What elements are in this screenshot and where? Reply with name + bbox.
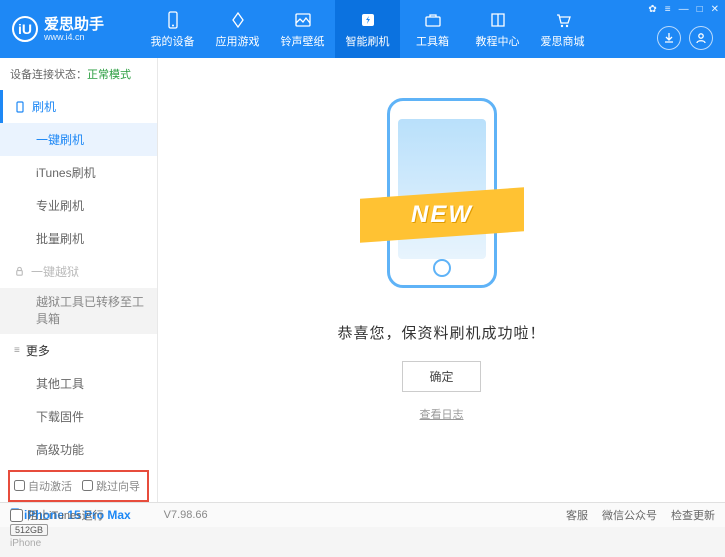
- block-itunes-label: 阻止iTunes运行: [27, 507, 104, 523]
- book-icon: [488, 10, 508, 30]
- status-value: 正常模式: [87, 69, 131, 81]
- sidebar-cat-flash[interactable]: 刷机: [0, 90, 157, 123]
- chk-label: 跳过向导: [96, 478, 140, 494]
- app-icon: [228, 10, 248, 30]
- app-name: 爱思助手: [44, 17, 104, 32]
- sidebar-item-oneclick[interactable]: 一键刷机: [0, 123, 157, 156]
- list-icon: ≡: [14, 345, 20, 356]
- window-controls: ✿ ≡ — □ ✕: [648, 4, 719, 15]
- menu-icon[interactable]: ≡: [665, 4, 671, 15]
- nav-tutorials[interactable]: 教程中心: [465, 0, 530, 58]
- titlebar-actions: [657, 26, 713, 50]
- sidebar-cat-more[interactable]: ≡ 更多: [0, 334, 157, 367]
- toolbox-icon: [423, 10, 443, 30]
- footer-wechat[interactable]: 微信公众号: [602, 507, 657, 523]
- checkbox[interactable]: [10, 509, 23, 522]
- nav-label: 工具箱: [416, 33, 449, 49]
- device-type: iPhone: [10, 538, 147, 549]
- top-nav: 我的设备 应用游戏 铃声壁纸 智能刷机 工具箱 教程中心 爱思商城: [140, 0, 595, 58]
- nav-label: 智能刷机: [346, 33, 390, 49]
- version-label: V7.98.66: [164, 509, 208, 521]
- checkbox[interactable]: [82, 480, 93, 491]
- download-button[interactable]: [657, 26, 681, 50]
- nav-smart-flash[interactable]: 智能刷机: [335, 0, 400, 58]
- sidebar-item-other-tools[interactable]: 其他工具: [0, 367, 157, 400]
- chk-auto-activate[interactable]: 自动激活: [14, 478, 72, 494]
- block-itunes-checkbox[interactable]: 阻止iTunes运行: [10, 507, 104, 523]
- nav-store[interactable]: 爱思商城: [530, 0, 595, 58]
- sidebar-jailbreak-note: 越狱工具已转移至工具箱: [0, 288, 157, 334]
- chk-skip-guide[interactable]: 跳过向导: [82, 478, 140, 494]
- flash-icon: [358, 10, 378, 30]
- footer-support[interactable]: 客服: [566, 507, 588, 523]
- logo-icon: iU: [12, 16, 38, 42]
- nav-apps-games[interactable]: 应用游戏: [205, 0, 270, 58]
- cat-label: 一键越狱: [31, 263, 79, 280]
- app-url: www.i4.cn: [44, 32, 104, 42]
- minimize-icon[interactable]: —: [679, 4, 689, 15]
- skin-icon[interactable]: ✿: [648, 4, 656, 15]
- cat-label: 刷机: [32, 98, 56, 115]
- phone-small-icon: [14, 101, 26, 113]
- main-panel: NEW 恭喜您，保资料刷机成功啦！ 确定 查看日志: [158, 58, 725, 502]
- sidebar-item-download-fw[interactable]: 下载固件: [0, 400, 157, 433]
- maximize-icon[interactable]: □: [697, 4, 703, 15]
- ribbon-text: NEW: [411, 201, 473, 229]
- nav-label: 铃声壁纸: [281, 33, 325, 49]
- footer-check-update[interactable]: 检查更新: [671, 507, 715, 523]
- sidebar-item-pro[interactable]: 专业刷机: [0, 189, 157, 222]
- checkbox[interactable]: [14, 480, 25, 491]
- image-icon: [293, 10, 313, 30]
- status-label: 设备连接状态：: [10, 69, 87, 81]
- close-icon[interactable]: ✕: [711, 4, 719, 15]
- ok-button[interactable]: 确定: [402, 361, 480, 392]
- sidebar: 设备连接状态：正常模式 刷机 一键刷机 iTunes刷机 专业刷机 批量刷机 一…: [0, 58, 158, 502]
- sidebar-item-advanced[interactable]: 高级功能: [0, 433, 157, 466]
- nav-label: 爱思商城: [541, 33, 585, 49]
- success-message: 恭喜您，保资料刷机成功啦！: [337, 322, 545, 343]
- nav-ringtones[interactable]: 铃声壁纸: [270, 0, 335, 58]
- sidebar-item-itunes[interactable]: iTunes刷机: [0, 156, 157, 189]
- new-ribbon: NEW: [360, 187, 524, 242]
- phone-icon: [163, 10, 183, 30]
- connection-status: 设备连接状态：正常模式: [0, 58, 157, 90]
- titlebar: iU 爱思助手 www.i4.cn 我的设备 应用游戏 铃声壁纸 智能刷机 工具…: [0, 0, 725, 58]
- nav-my-device[interactable]: 我的设备: [140, 0, 205, 58]
- sidebar-cat-jailbreak: 一键越狱: [0, 255, 157, 288]
- cat-label: 更多: [26, 342, 50, 359]
- view-log-link[interactable]: 查看日志: [420, 406, 464, 422]
- nav-toolbox[interactable]: 工具箱: [400, 0, 465, 58]
- sidebar-item-batch[interactable]: 批量刷机: [0, 222, 157, 255]
- app-logo: iU 爱思助手 www.i4.cn: [0, 16, 140, 42]
- success-illustration: NEW: [372, 98, 512, 298]
- options-row: 自动激活 跳过向导: [8, 470, 149, 502]
- lock-icon: [14, 266, 25, 277]
- cart-icon: [553, 10, 573, 30]
- nav-label: 我的设备: [151, 33, 195, 49]
- storage-badge: 512GB: [10, 524, 48, 536]
- nav-label: 应用游戏: [216, 33, 260, 49]
- nav-label: 教程中心: [476, 33, 520, 49]
- chk-label: 自动激活: [28, 478, 72, 494]
- user-button[interactable]: [689, 26, 713, 50]
